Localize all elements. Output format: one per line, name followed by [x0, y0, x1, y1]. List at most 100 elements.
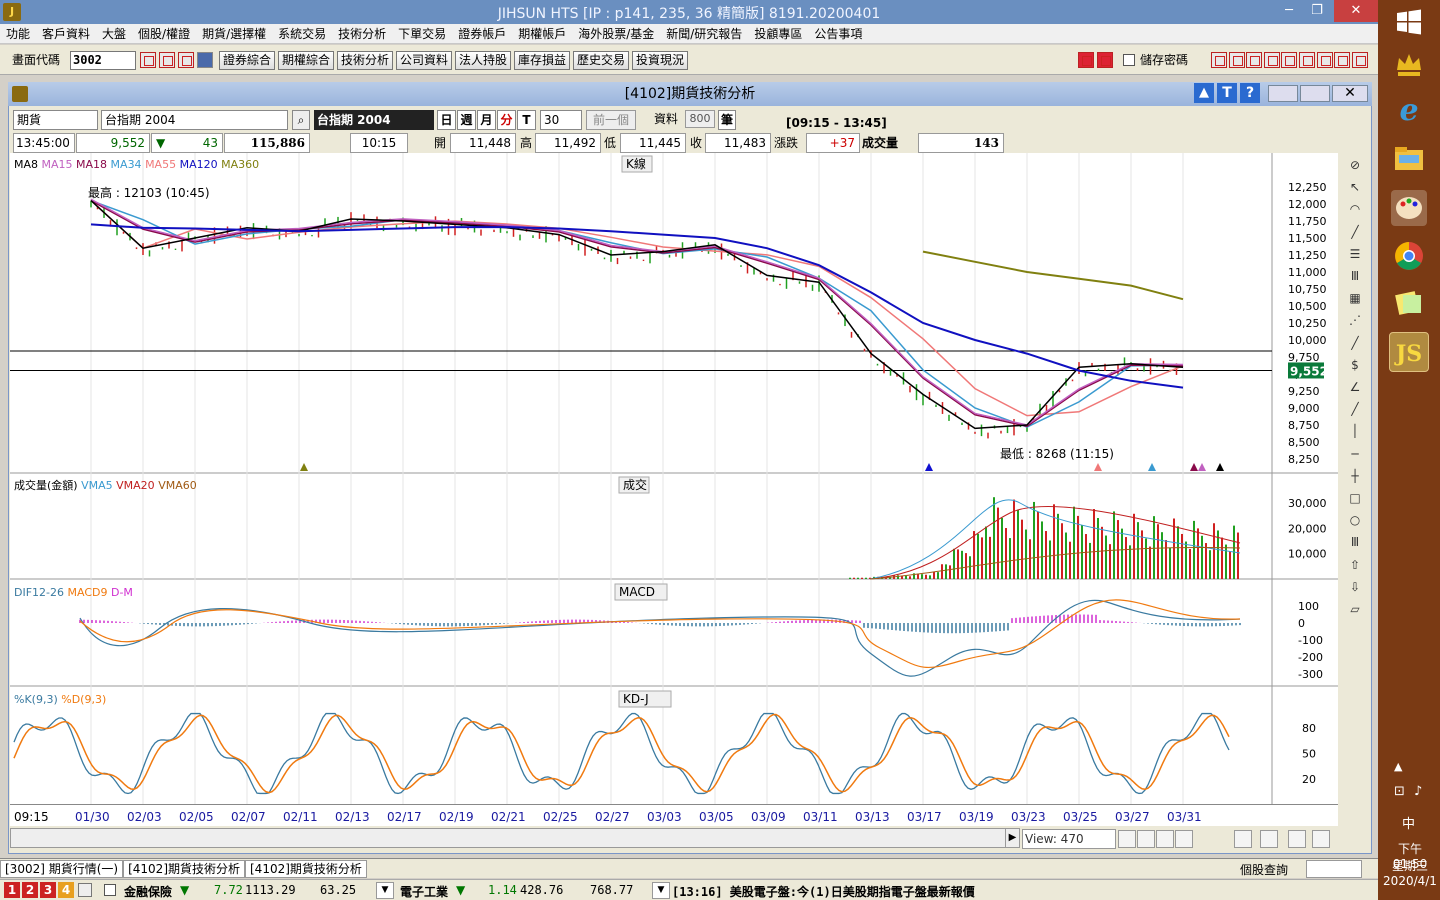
no-entry-icon[interactable]: ⊘: [1347, 157, 1363, 173]
crown-icon[interactable]: [1391, 46, 1427, 82]
market-select[interactable]: 期貨: [13, 110, 98, 130]
eraser-icon[interactable]: ▱: [1347, 601, 1363, 617]
toolbar-button-1[interactable]: 期權綜合: [278, 51, 334, 70]
chart-area[interactable]: MA8 MA15 MA18 MA34 MA55 MA120 MA360 成交量(…: [10, 153, 1338, 804]
tray-up-icon[interactable]: ▲: [1394, 760, 1402, 773]
zoom-in-icon[interactable]: [1118, 830, 1136, 848]
chrome-icon[interactable]: [1391, 238, 1427, 274]
grid-icon[interactable]: [1351, 52, 1368, 68]
toolbar-button-5[interactable]: 庫存損益: [514, 51, 570, 70]
dropdown-icon[interactable]: ▼: [652, 882, 670, 899]
toolbar-button-0[interactable]: 證券綜合: [219, 51, 275, 70]
toolbar-button-3[interactable]: 公司資料: [396, 51, 452, 70]
contract-select[interactable]: 台指期 2004: [101, 110, 288, 130]
toolbar-button-4[interactable]: 法人持股: [455, 51, 511, 70]
child-restore-button[interactable]: [1300, 85, 1330, 102]
status-checkbox[interactable]: [104, 884, 116, 896]
sticky-notes-icon[interactable]: [1391, 285, 1427, 321]
window-tab-2[interactable]: [4102]期貨技術分析: [245, 860, 367, 878]
menu-item-13[interactable]: 公告事項: [808, 24, 868, 44]
vline-icon[interactable]: Ⅲ: [1347, 268, 1363, 284]
lock-icon[interactable]: [78, 883, 92, 897]
child-minimize-button[interactable]: [1268, 85, 1298, 102]
menu-item-2[interactable]: 大盤: [96, 24, 132, 44]
ellipse-icon[interactable]: ○: [1347, 512, 1363, 528]
flag2-icon[interactable]: [1097, 52, 1113, 68]
menu-item-12[interactable]: 投顧專區: [748, 24, 808, 44]
windows-start-icon[interactable]: [1395, 8, 1423, 36]
period-button-0[interactable]: 日: [437, 110, 456, 130]
gear-icon[interactable]: [1312, 830, 1330, 848]
chart-icon[interactable]: [1334, 52, 1351, 68]
data-count-input[interactable]: 800: [685, 110, 715, 128]
toolbar-button-2[interactable]: 技術分析: [337, 51, 393, 70]
crosshair-icon[interactable]: ┼: [1347, 468, 1363, 484]
delete-icon[interactable]: [1211, 52, 1227, 68]
horizontal-line-icon[interactable]: ─: [1347, 446, 1363, 462]
rectangle-icon[interactable]: □: [1347, 490, 1363, 506]
window-tab-1[interactable]: [4102]期貨技術分析: [123, 860, 245, 878]
dollar-line-icon[interactable]: $: [1347, 357, 1363, 373]
prev-button[interactable]: 前一個: [586, 110, 636, 130]
menu-item-10[interactable]: 海外股票/基金: [572, 24, 660, 44]
scroll-right-icon[interactable]: ▶: [1005, 829, 1019, 847]
toolbar-button-6[interactable]: 歷史交易: [573, 51, 629, 70]
hline-icon[interactable]: ☰: [1347, 246, 1363, 262]
menu-item-4[interactable]: 期貨/選擇權: [196, 24, 272, 44]
menu-item-0[interactable]: 功能: [0, 24, 36, 44]
menu-item-11[interactable]: 新聞/研究報告: [660, 24, 748, 44]
screen-code-input[interactable]: 3002: [70, 51, 136, 70]
arc-icon[interactable]: ◠: [1347, 201, 1363, 217]
print-icon[interactable]: [1263, 52, 1280, 68]
volume-icon[interactable]: ♪: [1414, 784, 1422, 799]
menu-item-5[interactable]: 系統交易: [272, 24, 332, 44]
child-close-button[interactable]: ✕: [1332, 85, 1368, 102]
window-icon[interactable]: [159, 52, 175, 68]
zoom-out-icon[interactable]: [1137, 830, 1155, 848]
close-button[interactable]: ✕: [1334, 0, 1378, 22]
toolbar-button-7[interactable]: 投資現況: [632, 51, 688, 70]
copy-icon[interactable]: [1234, 830, 1252, 848]
save-password-checkbox[interactable]: [1123, 54, 1135, 66]
arrow-down-icon[interactable]: ⇩: [1347, 579, 1363, 595]
trendline-icon[interactable]: ╱: [1347, 224, 1363, 240]
menu-item-3[interactable]: 個股/權證: [132, 24, 196, 44]
pencil-icon[interactable]: [1288, 830, 1306, 848]
vertical-line-icon[interactable]: │: [1347, 423, 1363, 439]
paint-icon[interactable]: [1391, 190, 1427, 226]
dropdown-icon[interactable]: [197, 52, 213, 68]
period-button-1[interactable]: 週: [457, 110, 476, 130]
menu-item-8[interactable]: 證券帳戶: [452, 24, 512, 44]
unit-button[interactable]: 筆: [718, 110, 736, 130]
search-icon[interactable]: [140, 52, 156, 68]
period-button-4[interactable]: T: [517, 110, 536, 130]
ie-icon[interactable]: e: [1391, 92, 1427, 128]
menu-item-1[interactable]: 客戶資料: [36, 24, 96, 44]
file-explorer-icon[interactable]: [1391, 140, 1427, 176]
cursor-icon[interactable]: ↖: [1347, 179, 1363, 195]
dropdown-icon[interactable]: ▼: [376, 882, 394, 899]
window-tab-0[interactable]: [3002] 期貨行情(一): [0, 860, 124, 878]
export-icon[interactable]: [1299, 52, 1315, 68]
ray-icon[interactable]: ╱: [1347, 335, 1363, 351]
bars-icon[interactable]: Ⅲ: [1347, 534, 1363, 550]
fan-icon[interactable]: ⋰: [1347, 312, 1363, 328]
period-button-3[interactable]: 分: [497, 110, 516, 130]
menu-item-7[interactable]: 下單交易: [392, 24, 452, 44]
quick-page-1[interactable]: 2: [22, 882, 38, 898]
angle-icon[interactable]: ∠: [1347, 379, 1363, 395]
quick-page-3[interactable]: 4: [58, 882, 74, 898]
copy-icon[interactable]: [1316, 52, 1333, 68]
jihsun-logo-icon[interactable]: JS: [1389, 332, 1429, 372]
zoom-fit-icon[interactable]: [1156, 830, 1174, 848]
network-icon[interactable]: ⊡: [1394, 784, 1405, 799]
flag-icon[interactable]: [1078, 52, 1094, 68]
quick-page-0[interactable]: 1: [4, 882, 20, 898]
search-icon[interactable]: ⌕: [292, 110, 310, 130]
zoom-reset-icon[interactable]: [1175, 830, 1193, 848]
grid-icon[interactable]: ▦: [1347, 290, 1363, 306]
quick-page-2[interactable]: 3: [40, 882, 56, 898]
segment-icon[interactable]: ╱: [1347, 401, 1363, 417]
ime-indicator[interactable]: 中: [1402, 813, 1415, 832]
restore-button[interactable]: ❐: [1300, 0, 1334, 22]
